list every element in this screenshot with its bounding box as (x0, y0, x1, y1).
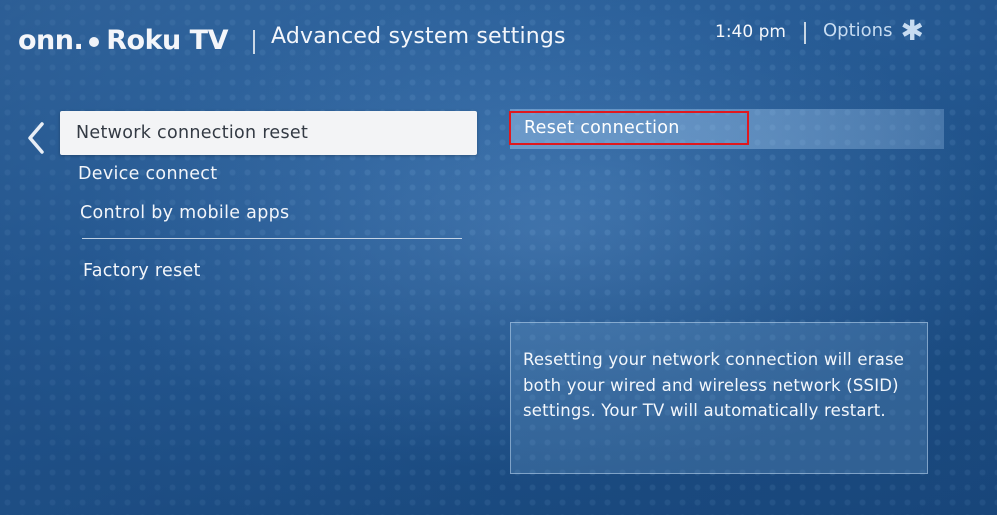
header-divider-right (804, 22, 806, 44)
brand-logo: onn. Roku TV (18, 22, 228, 58)
brand-roku: Roku TV (106, 24, 228, 56)
menu-item-label: Network connection reset (76, 123, 309, 143)
reset-connection-label: Reset connection (524, 118, 680, 138)
clock: 1:40 pm (715, 22, 786, 42)
menu-item-factory-reset[interactable]: Factory reset (83, 261, 201, 281)
menu-divider (82, 238, 462, 239)
chevron-left-icon[interactable] (24, 120, 48, 156)
brand-onn: onn. (18, 24, 84, 56)
reset-connection-button[interactable]: Reset connection (510, 109, 944, 149)
menu-item-network-connection-reset[interactable]: Network connection reset (60, 111, 477, 155)
options-label: Options (823, 20, 893, 41)
menu-item-device-connect[interactable]: Device connect (78, 164, 217, 184)
page-title: Advanced system settings (271, 24, 566, 49)
header-divider (253, 30, 255, 54)
menu-item-control-by-mobile-apps[interactable]: Control by mobile apps (80, 203, 289, 223)
options-button[interactable]: Options ✱ (823, 13, 924, 47)
info-text: Resetting your network connection will e… (523, 350, 905, 420)
info-panel: Resetting your network connection will e… (510, 322, 928, 474)
brand-dot-icon (89, 37, 100, 47)
asterisk-icon: ✱ (900, 13, 924, 47)
